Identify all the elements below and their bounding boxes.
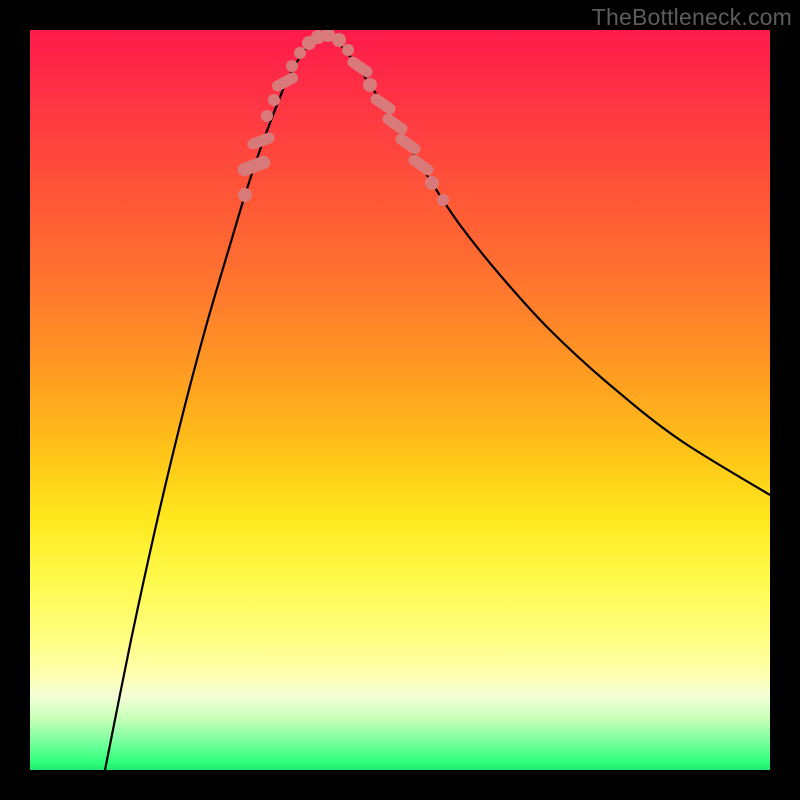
marker-group	[236, 30, 449, 206]
curve-marker	[363, 78, 377, 92]
curve-marker	[406, 152, 435, 177]
curve-marker	[380, 111, 409, 136]
curve-marker	[236, 154, 272, 178]
curve-marker	[342, 44, 354, 56]
bottleneck-curve	[105, 34, 770, 770]
curve-marker	[261, 110, 273, 122]
curve-marker	[238, 188, 252, 202]
curve-marker	[425, 176, 439, 190]
curve-marker	[270, 71, 300, 94]
curve-marker	[393, 131, 422, 156]
curve-marker	[332, 33, 346, 47]
curve-marker	[437, 194, 449, 206]
watermark-label: TheBottleneck.com	[592, 4, 792, 31]
curve-svg	[30, 30, 770, 770]
curve-path	[105, 34, 770, 770]
curve-marker	[294, 47, 306, 59]
curve-marker	[268, 94, 280, 106]
curve-marker	[286, 60, 298, 72]
curve-marker	[368, 91, 397, 116]
curve-marker	[345, 54, 374, 79]
chart-frame: TheBottleneck.com	[0, 0, 800, 800]
plot-area	[30, 30, 770, 770]
